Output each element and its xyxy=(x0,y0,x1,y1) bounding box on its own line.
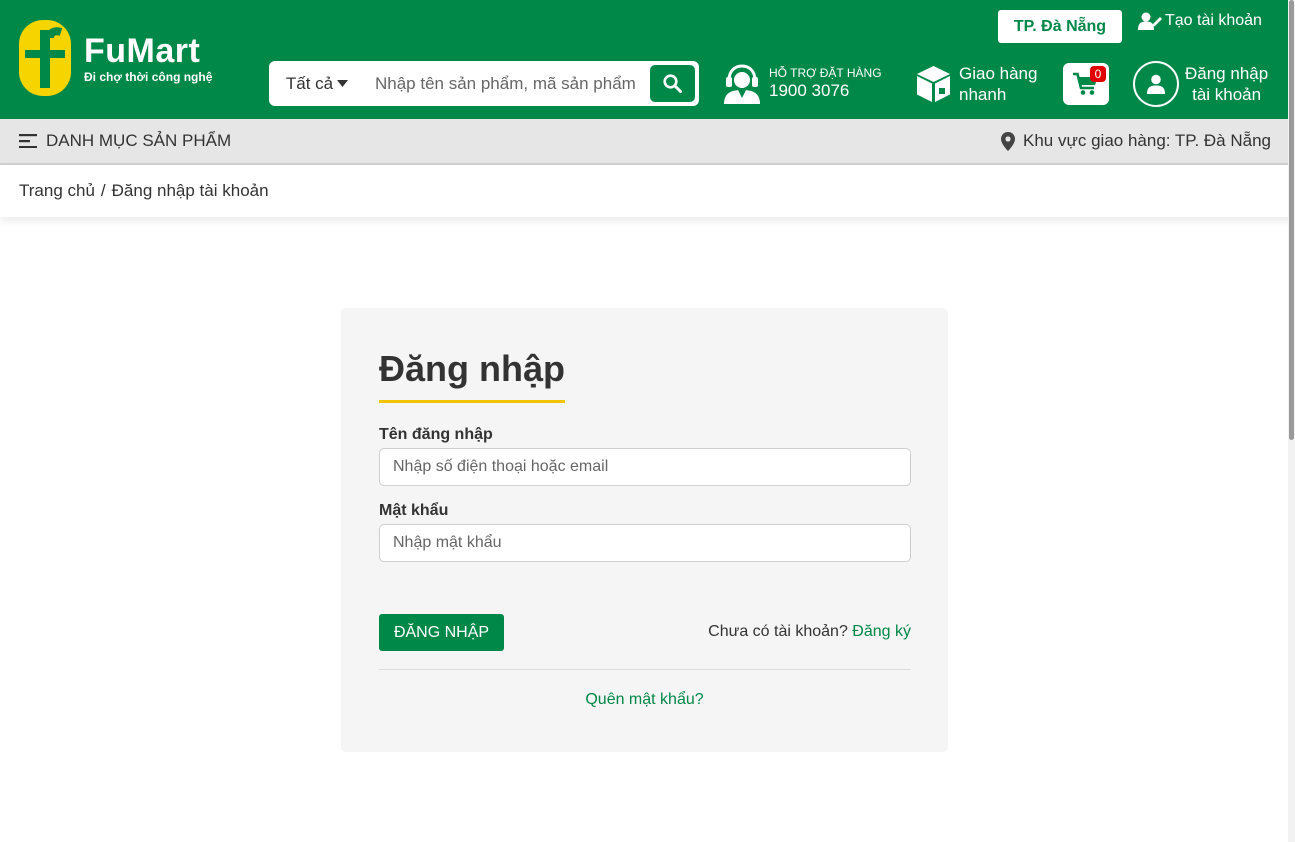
username-label: Tên đăng nhập xyxy=(379,426,493,443)
breadcrumb-separator: / xyxy=(100,181,106,200)
delivery-line1: Giao hàng xyxy=(959,64,1038,83)
register-prompt: Chưa có tài khoản? Đăng ký xyxy=(708,623,911,641)
logo-name: FuMart xyxy=(84,31,201,70)
fast-delivery[interactable]: Giao hàng nhanh xyxy=(915,63,1037,105)
logo-f-icon xyxy=(19,20,71,96)
search-bar: Tất cả xyxy=(269,61,699,106)
breadcrumb-home[interactable]: Trang chủ xyxy=(19,181,95,201)
delivery-region[interactable]: Khu vực giao hàng: TP. Đà Nẵng xyxy=(1001,131,1271,151)
header-login-line2: tài khoản xyxy=(1192,85,1262,104)
logo-tagline: Đi chợ thời công nghệ xyxy=(84,69,213,84)
no-account-text: Chưa có tài khoản? xyxy=(708,623,848,640)
delivery-region-label: Khu vực giao hàng: TP. Đà Nẵng xyxy=(1023,131,1271,150)
order-support[interactable]: HỖ TRỢ ĐẶT HÀNG 1900 3076 xyxy=(723,62,882,104)
search-category-value: Tất cả xyxy=(285,73,334,93)
caret-down-icon xyxy=(337,80,349,87)
support-label: HỖ TRỢ ĐẶT HÀNG xyxy=(769,66,882,80)
search-category-select[interactable]: Tất cả xyxy=(269,74,361,94)
login-card: Đăng nhập Tên đăng nhập Mật khẩu ĐĂNG NH… xyxy=(341,308,948,752)
create-account-label: Tạo tài khoản xyxy=(1165,12,1262,29)
avatar xyxy=(1133,61,1179,107)
category-bar: DANH MỤC SẢN PHẨM Khu vực giao hàng: TP.… xyxy=(0,119,1295,165)
scrollbar-thumb[interactable] xyxy=(1289,0,1294,440)
support-phone: 1900 3076 xyxy=(769,81,850,100)
breadcrumb-current: Đăng nhập tài khoản xyxy=(111,181,269,200)
breadcrumb: Trang chủ / Đăng nhập tài khoản xyxy=(0,165,1295,217)
city-button[interactable]: TP. Đà Nẵng xyxy=(998,10,1122,43)
search-icon xyxy=(663,74,682,93)
page-scrollbar[interactable] xyxy=(1288,0,1295,842)
forgot-password-link[interactable]: Quên mật khẩu? xyxy=(341,691,948,709)
search-input[interactable] xyxy=(361,65,650,102)
site-header: FuMart Đi chợ thời công nghệ TP. Đà Nẵng… xyxy=(0,0,1295,119)
username-field[interactable] xyxy=(379,448,911,486)
cart-count-badge: 0 xyxy=(1090,66,1106,82)
map-pin-icon xyxy=(1001,131,1016,151)
header-login-line1: Đăng nhập xyxy=(1185,64,1269,83)
create-account-link[interactable]: Tạo tài khoản xyxy=(1138,12,1262,30)
login-submit-button[interactable]: ĐĂNG NHẬP xyxy=(379,614,504,651)
category-menu-label: DANH MỤC SẢN PHẨM xyxy=(46,131,232,150)
password-label: Mật khẩu xyxy=(379,502,449,519)
box-icon xyxy=(917,66,950,102)
user-plus-icon xyxy=(1138,12,1162,30)
register-link[interactable]: Đăng ký xyxy=(852,623,911,640)
delivery-line2: nhanh xyxy=(959,85,1007,104)
forgot-password-label[interactable]: Quên mật khẩu? xyxy=(585,691,703,708)
user-icon xyxy=(1147,74,1165,94)
divider xyxy=(379,669,911,670)
login-title: Đăng nhập xyxy=(379,348,565,403)
category-menu-button[interactable]: DANH MỤC SẢN PHẨM xyxy=(19,131,231,151)
search-button[interactable] xyxy=(650,65,695,102)
cart-button[interactable]: 0 xyxy=(1063,63,1109,105)
header-login-link[interactable]: Đăng nhập tài khoản xyxy=(1133,61,1268,107)
password-field[interactable] xyxy=(379,524,911,562)
headset-icon xyxy=(724,64,760,104)
logo[interactable]: FuMart Đi chợ thời công nghệ xyxy=(19,20,212,96)
menu-icon xyxy=(19,134,37,148)
